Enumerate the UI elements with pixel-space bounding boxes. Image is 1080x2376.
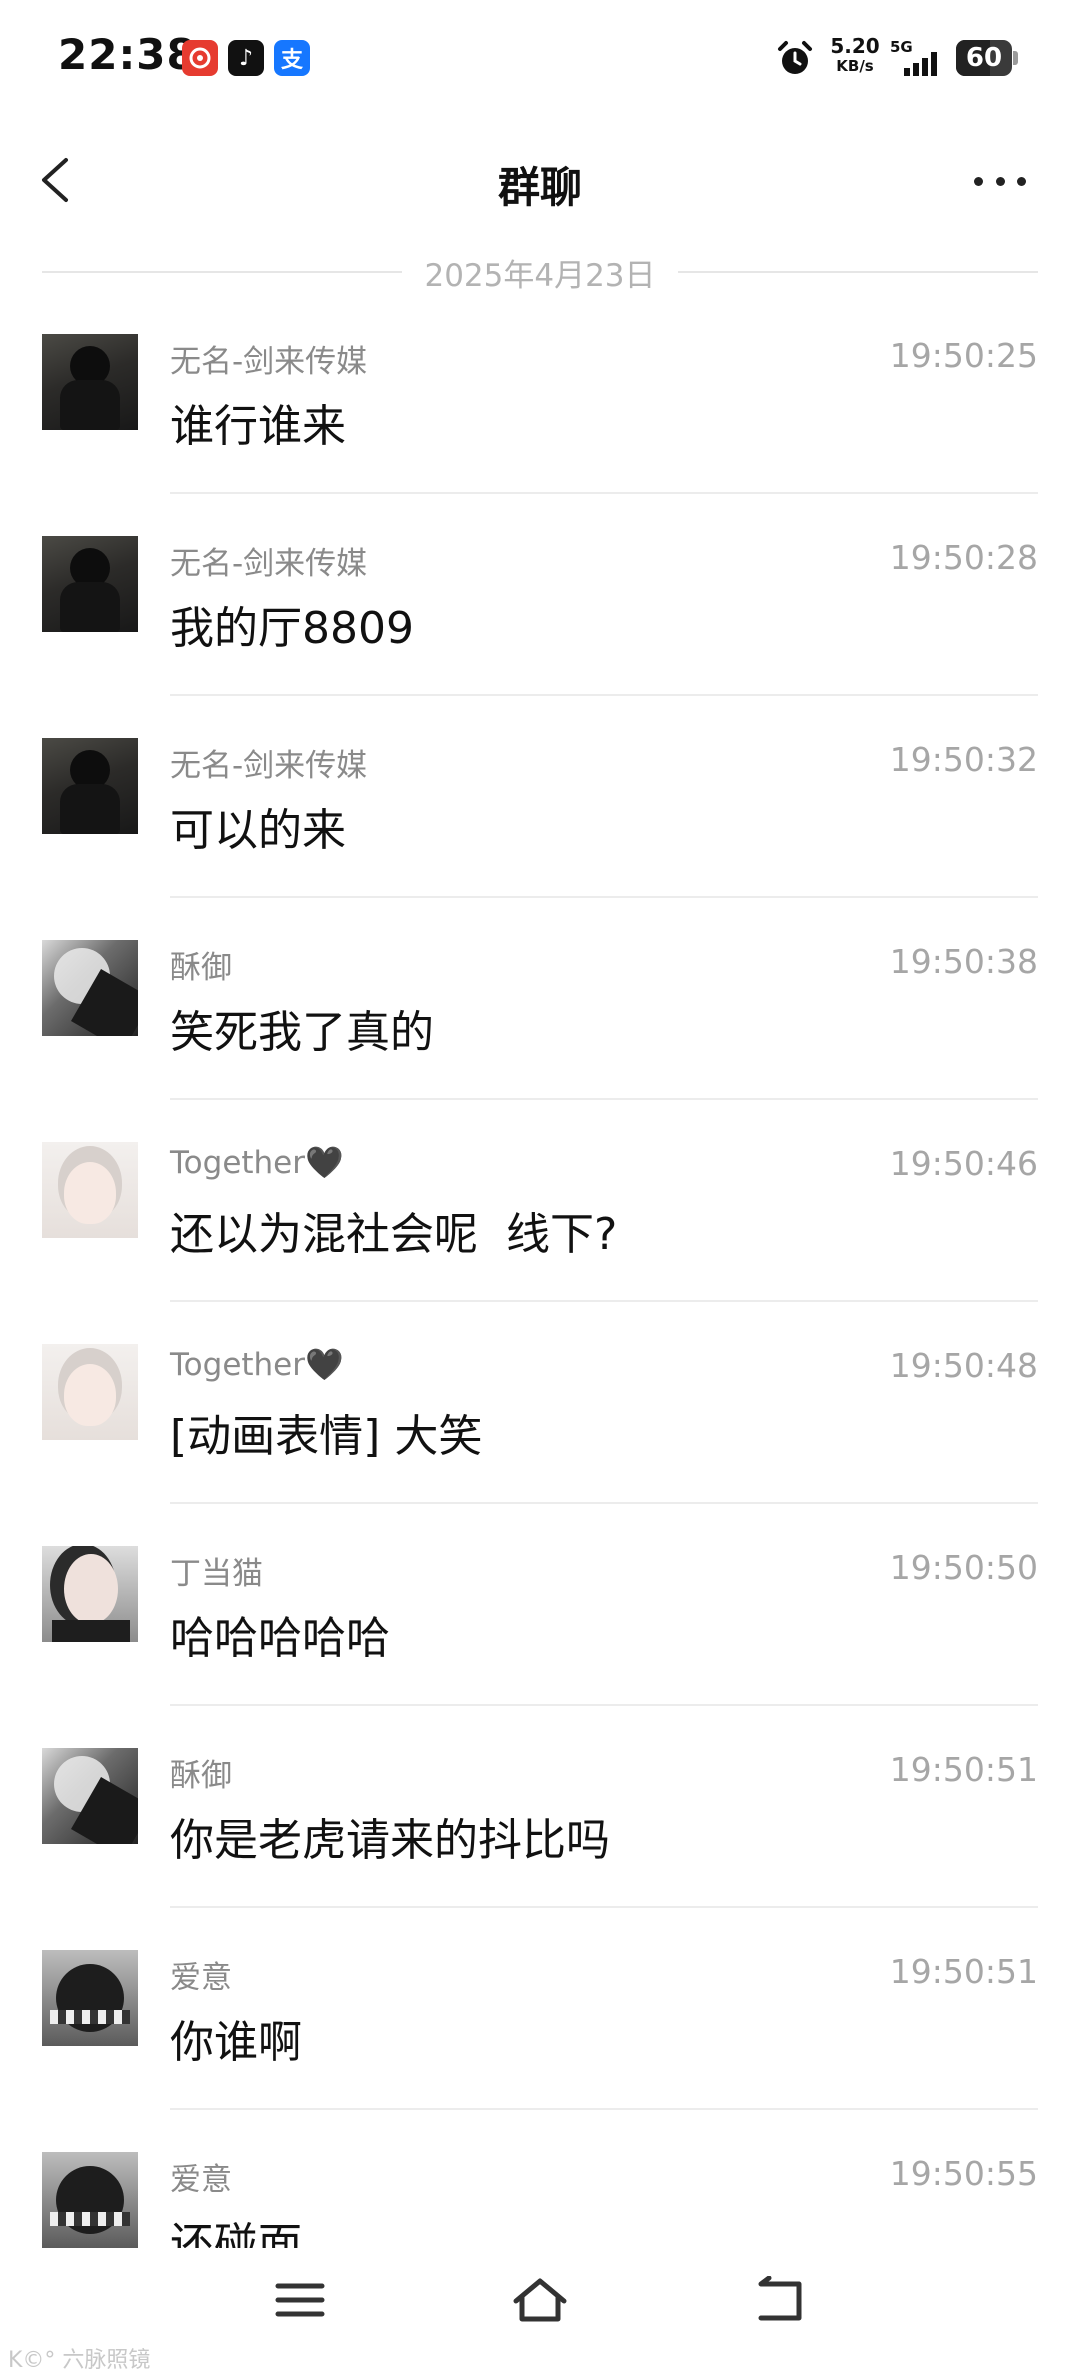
battery-level: 60: [965, 43, 1003, 73]
signal-icon: 5G: [890, 38, 946, 78]
status-bar: 22:38 ♪ 支 5.20 KB/s 5G 60: [0, 0, 1080, 120]
sender-name: 无名-剑来传媒: [170, 546, 368, 582]
message-text: 还碰面: [170, 2219, 302, 2248]
message-item[interactable]: 爱意 19:50:51 你谁啊: [0, 1950, 1080, 2152]
message-timestamp: 19:50:25: [889, 336, 1038, 375]
avatar[interactable]: [42, 940, 138, 1036]
more-options-button[interactable]: [968, 156, 1032, 206]
message-timestamp: 19:50:38: [889, 942, 1038, 981]
message-separator: [170, 2108, 1038, 2110]
message-item[interactable]: 无名-剑来传媒 19:50:25 谁行谁来: [0, 334, 1080, 536]
message-separator: [170, 694, 1038, 696]
message-text: 哈哈哈哈哈: [170, 1613, 390, 1664]
status-time: 22:38: [58, 30, 197, 79]
divider-line: [677, 271, 1038, 273]
sender-name: 酥御: [170, 950, 232, 986]
message-timestamp: 19:50:50: [889, 1548, 1038, 1587]
sender-name: 无名-剑来传媒: [170, 748, 368, 784]
avatar[interactable]: [42, 1344, 138, 1440]
avatar[interactable]: [42, 536, 138, 632]
date-label: 2025年4月23日: [424, 257, 656, 294]
message-timestamp: 19:50:32: [889, 740, 1038, 779]
message-separator: [170, 1906, 1038, 1908]
system-navigation-bar: [0, 2250, 1080, 2376]
more-dot-icon: [995, 176, 1005, 186]
recent-apps-button[interactable]: [260, 2270, 340, 2330]
sender-name: 无名-剑来传媒: [170, 344, 368, 380]
message-text: 还以为混社会呢 线下?: [170, 1209, 618, 1260]
alarm-icon: [778, 41, 812, 74]
sender-name: 爱意: [170, 1960, 232, 1996]
network-speed-value: 5.20: [830, 34, 880, 58]
menu-icon: [275, 2283, 325, 2317]
message-timestamp: 19:50:51: [889, 1952, 1038, 1991]
message-text: 你是老虎请来的抖比吗: [170, 1815, 610, 1866]
sender-name: 爱意: [170, 2162, 232, 2198]
tiktok-icon: ♪: [228, 40, 264, 76]
message-item[interactable]: Together🖤 19:50:48 [动画表情] 大笑: [0, 1344, 1080, 1546]
netease-music-icon: [182, 40, 218, 76]
message-timestamp: 19:50:51: [889, 1750, 1038, 1789]
message-item[interactable]: 丁当猫 19:50:50 哈哈哈哈哈: [0, 1546, 1080, 1748]
alipay-icon: 支: [274, 40, 310, 76]
message-item[interactable]: 无名-剑来传媒 19:50:32 可以的来: [0, 738, 1080, 940]
sender-name: Together🖤: [170, 1145, 344, 1181]
divider-line: [42, 271, 403, 273]
message-separator: [170, 1502, 1038, 1504]
message-text: 可以的来: [170, 805, 346, 856]
avatar[interactable]: [42, 334, 138, 430]
sender-name: Together🖤: [170, 1347, 344, 1383]
chat-screen: 22:38 ♪ 支 5.20 KB/s 5G 60 群聊 2025年4月23日 …: [0, 0, 1080, 2376]
message-separator: [170, 492, 1038, 494]
chat-header: 群聊: [0, 130, 1080, 230]
message-separator: [170, 1704, 1038, 1706]
message-timestamp: 19:50:28: [889, 538, 1038, 577]
message-text: 你谁啊: [170, 2017, 302, 2068]
message-text: 谁行谁来: [170, 401, 346, 452]
avatar[interactable]: [42, 1546, 138, 1642]
avatar[interactable]: [42, 1748, 138, 1844]
message-item[interactable]: 酥御 19:50:51 你是老虎请来的抖比吗: [0, 1748, 1080, 1950]
message-timestamp: 19:50:55: [889, 2154, 1038, 2193]
home-icon: [513, 2278, 567, 2322]
date-divider: 2025年4月23日: [42, 252, 1038, 294]
avatar[interactable]: [42, 1950, 138, 2046]
home-button[interactable]: [500, 2270, 580, 2330]
page-title: 群聊: [497, 163, 582, 212]
back-arrow-icon: [758, 2276, 802, 2321]
more-dot-icon: [1017, 176, 1026, 186]
more-dot-icon: [974, 176, 983, 186]
message-item[interactable]: 酥御 19:50:38 笑死我了真的: [0, 940, 1080, 1142]
message-item[interactable]: Together🖤 19:50:46 还以为混社会呢 线下?: [0, 1142, 1080, 1344]
message-separator: [170, 896, 1038, 898]
network-speed-unit: KB/s: [836, 57, 874, 75]
message-timestamp: 19:50:48: [889, 1346, 1038, 1385]
message-separator: [170, 1300, 1038, 1302]
sender-name: 丁当猫: [170, 1556, 263, 1592]
avatar[interactable]: [42, 1142, 138, 1238]
watermark: K©° 六脉照镜: [8, 2348, 151, 2373]
message-item[interactable]: 爱意 19:50:55 还碰面: [0, 2152, 1080, 2248]
network-speed: 5.20 KB/s: [828, 36, 882, 74]
message-text: 笑死我了真的: [170, 1007, 434, 1058]
system-back-button[interactable]: [740, 2270, 820, 2330]
battery-icon: 60: [956, 40, 1018, 76]
message-item[interactable]: 无名-剑来传媒 19:50:28 我的厅8809: [0, 536, 1080, 738]
message-timestamp: 19:50:46: [889, 1144, 1038, 1183]
sender-name: 酥御: [170, 1758, 232, 1794]
message-text: 我的厅8809: [170, 603, 414, 654]
message-text: [动画表情] 大笑: [170, 1411, 483, 1462]
message-separator: [170, 1098, 1038, 1100]
avatar[interactable]: [42, 2152, 138, 2248]
avatar[interactable]: [42, 738, 138, 834]
